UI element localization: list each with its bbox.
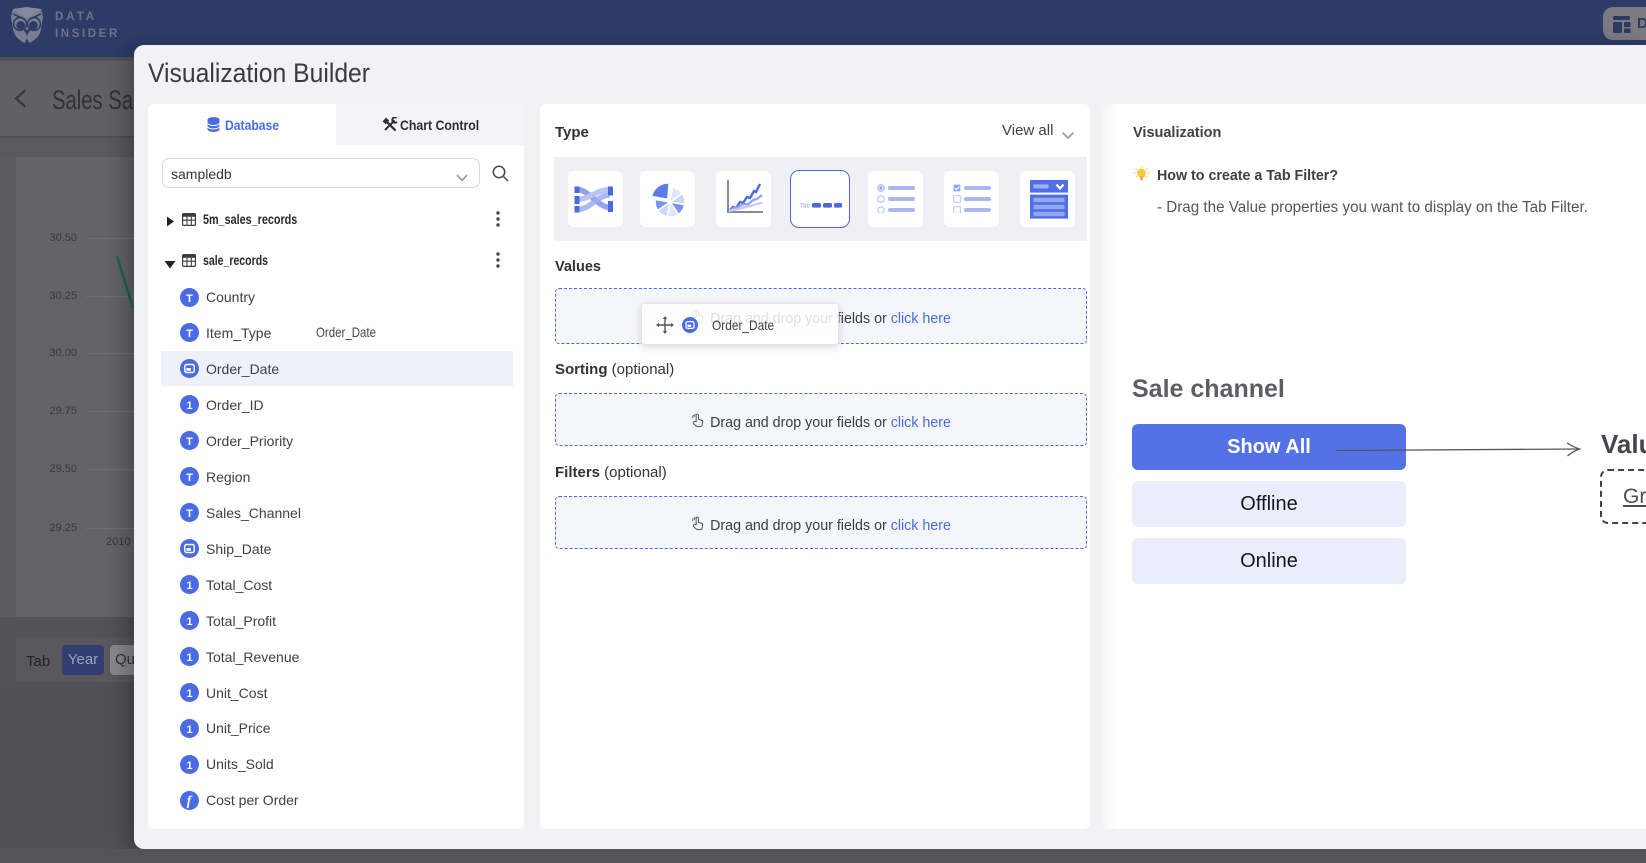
svg-text:1: 1 [186,580,192,592]
svg-text:T: T [186,472,193,484]
svg-text:1: 1 [186,616,192,628]
svg-text:T: T [186,436,193,448]
svg-text:T: T [186,328,193,340]
svg-text:T: T [186,293,193,305]
svg-text:1: 1 [186,688,192,700]
svg-text:Tab: Tab [800,204,810,210]
svg-text:1: 1 [186,760,192,772]
svg-text:1: 1 [186,652,192,664]
svg-text:T: T [186,508,193,520]
svg-text:1: 1 [186,400,192,412]
svg-text:1: 1 [186,724,192,736]
